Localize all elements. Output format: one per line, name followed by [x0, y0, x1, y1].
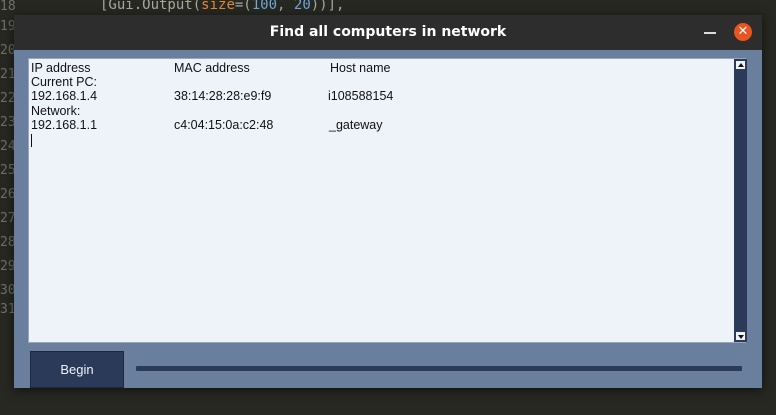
code-eq: =( — [234, 0, 252, 13]
begin-button[interactable]: Begin — [30, 351, 124, 388]
line-number: 23 — [0, 115, 16, 130]
network-label-text: Network: — [31, 103, 81, 118]
header-row: IP address MAC address Host name — [31, 61, 731, 75]
vertical-scrollbar[interactable] — [734, 59, 747, 342]
code-number-2: 20 — [293, 0, 311, 13]
code-line: [Gui.Output(size=(100, 20))], — [100, 0, 344, 13]
line-number: 18 — [0, 0, 16, 14]
line-number: 20 — [0, 43, 16, 58]
close-button[interactable]: ✕ — [734, 23, 752, 41]
line-number: 22 — [0, 91, 16, 106]
line-number: 26 — [0, 187, 16, 202]
code-sep: , — [277, 0, 294, 13]
code-suffix: ))], — [310, 0, 345, 13]
line-number: 25 — [0, 163, 16, 178]
arrow-up-icon — [738, 63, 744, 67]
dialog-window: Find all computers in network ✕ IP addre… — [14, 15, 762, 388]
line-number: 24 — [0, 139, 16, 154]
network-ip: 192.168.1.1 — [31, 117, 98, 132]
progress-bar — [136, 366, 742, 371]
network-mac: c4:04:15:0a:c2:48 — [174, 117, 274, 132]
scroll-up-button[interactable] — [735, 60, 746, 70]
output-text: IP address MAC address Host name Current… — [31, 61, 731, 341]
current-ip: 192.168.1.4 — [31, 89, 98, 104]
line-number: 28 — [0, 235, 16, 250]
line-number: 21 — [0, 67, 16, 82]
code-prefix: [Gui.Output( — [100, 0, 202, 13]
header-mac: MAC address — [174, 61, 250, 75]
arrow-down-icon — [738, 335, 744, 339]
text-caret — [31, 134, 32, 147]
line-number: 19 — [0, 19, 16, 34]
header-host: Host name — [330, 61, 391, 75]
line-number: 30 — [0, 283, 16, 298]
network-label: Network: — [31, 104, 731, 118]
code-number-1: 100 — [251, 0, 278, 13]
line-number: 29 — [0, 259, 16, 274]
current-pc-label: Current PC: — [31, 75, 731, 89]
line-number: 31 — [0, 302, 16, 317]
scroll-down-button[interactable] — [735, 331, 746, 341]
line-number: 27 — [0, 211, 16, 226]
network-host: _gateway — [329, 117, 383, 132]
code-keyword: size — [201, 0, 235, 13]
current-host: i108588154 — [328, 89, 394, 104]
current-mac: 38:14:28:28:e9:f9 — [174, 89, 272, 104]
title-bar[interactable]: Find all computers in network ✕ — [14, 15, 762, 50]
network-row: 192.168.1.1 c4:04:15:0a:c2:48 _gateway — [31, 118, 731, 132]
window-title: Find all computers in network — [269, 24, 507, 40]
header-ip: IP address — [31, 61, 91, 75]
current-pc-row: 192.168.1.4 38:14:28:28:e9:f9 i108588154 — [31, 89, 731, 103]
output-textarea[interactable]: IP address MAC address Host name Current… — [28, 58, 747, 343]
minimize-button[interactable] — [704, 32, 716, 34]
current-pc-label-text: Current PC: — [31, 75, 97, 90]
